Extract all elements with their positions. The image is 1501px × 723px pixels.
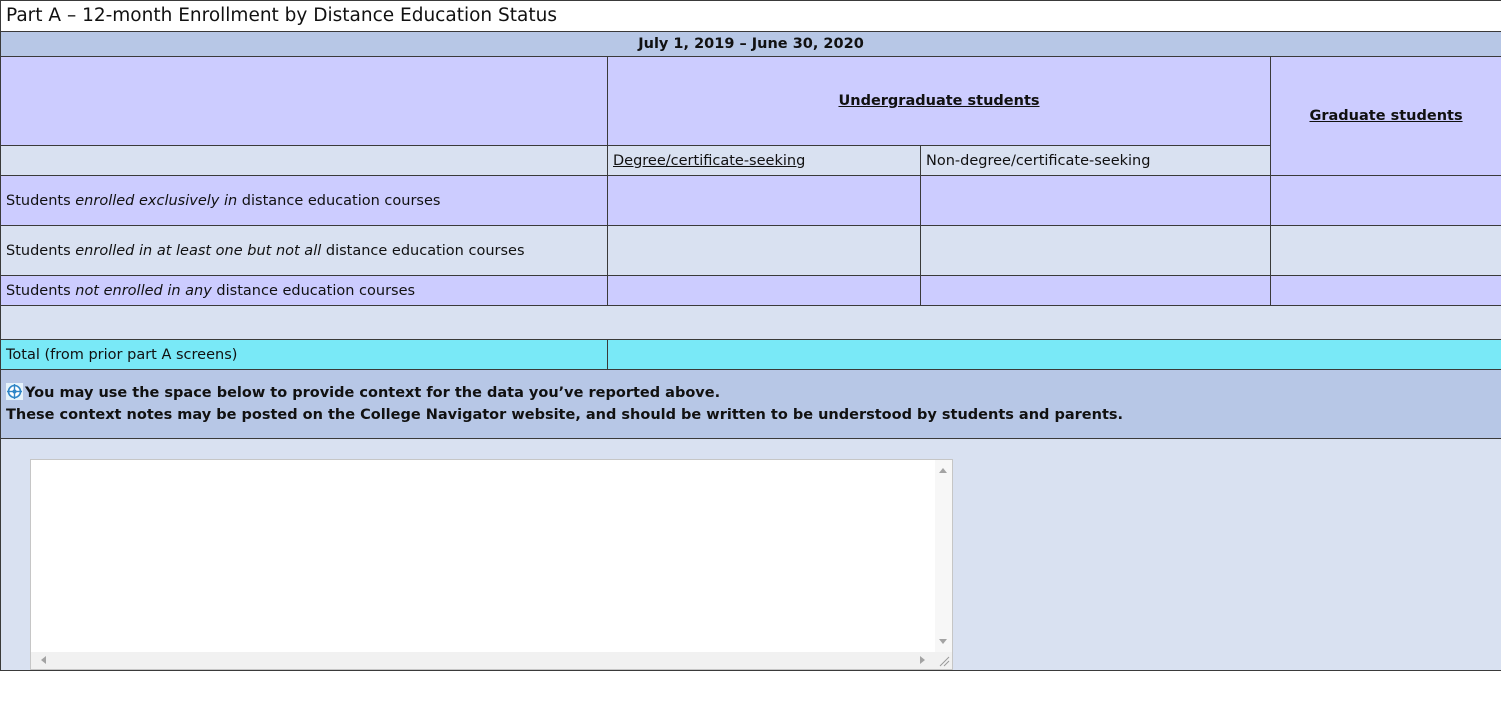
context-line-1: You may use the space below to provide c…	[25, 385, 721, 401]
row-label-some-distance: Students enrolled in at least one but no…	[0, 225, 608, 276]
cell-none-non-degree-seeking[interactable]	[920, 275, 1271, 306]
total-label: Total (from prior part A screens)	[0, 339, 608, 370]
row-label-exclusive-distance: Students enrolled exclusively in distanc…	[0, 175, 608, 226]
notes-container	[0, 438, 1501, 671]
cell-none-graduate[interactable]	[1269, 275, 1501, 306]
subheader-non-degree-seeking: Non-degree/certificate-seeking	[920, 145, 1271, 176]
context-line-2: These context notes may be posted on the…	[6, 407, 1124, 423]
total-value	[606, 339, 1501, 370]
spacer-row	[0, 305, 1501, 340]
cell-exclusive-non-degree-seeking[interactable]	[920, 175, 1271, 226]
context-instructions: You may use the space below to provide c…	[0, 369, 1501, 439]
cell-some-graduate[interactable]	[1269, 225, 1501, 276]
subheader-degree-seeking: Degree/certificate-seeking	[607, 145, 921, 176]
cell-none-degree-seeking[interactable]	[607, 275, 921, 306]
header-blank-cell	[0, 56, 608, 146]
header-undergraduate: Undergraduate students	[607, 56, 1271, 146]
reporting-period: July 1, 2019 – June 30, 2020	[0, 31, 1501, 57]
page-title: Part A – 12-month Enrollment by Distance…	[0, 0, 1501, 32]
cell-exclusive-degree-seeking[interactable]	[607, 175, 921, 226]
cell-exclusive-graduate[interactable]	[1269, 175, 1501, 226]
context-notes-textarea[interactable]	[30, 459, 953, 670]
crosshair-help-icon[interactable]	[6, 383, 23, 400]
cell-some-non-degree-seeking[interactable]	[920, 225, 1271, 276]
subheader-blank-cell	[0, 145, 608, 176]
header-graduate: Graduate students	[1269, 56, 1501, 176]
cell-some-degree-seeking[interactable]	[607, 225, 921, 276]
enrollment-form-table: Part A – 12-month Enrollment by Distance…	[0, 0, 1501, 671]
row-label-no-distance: Students not enrolled in any distance ed…	[0, 275, 608, 306]
